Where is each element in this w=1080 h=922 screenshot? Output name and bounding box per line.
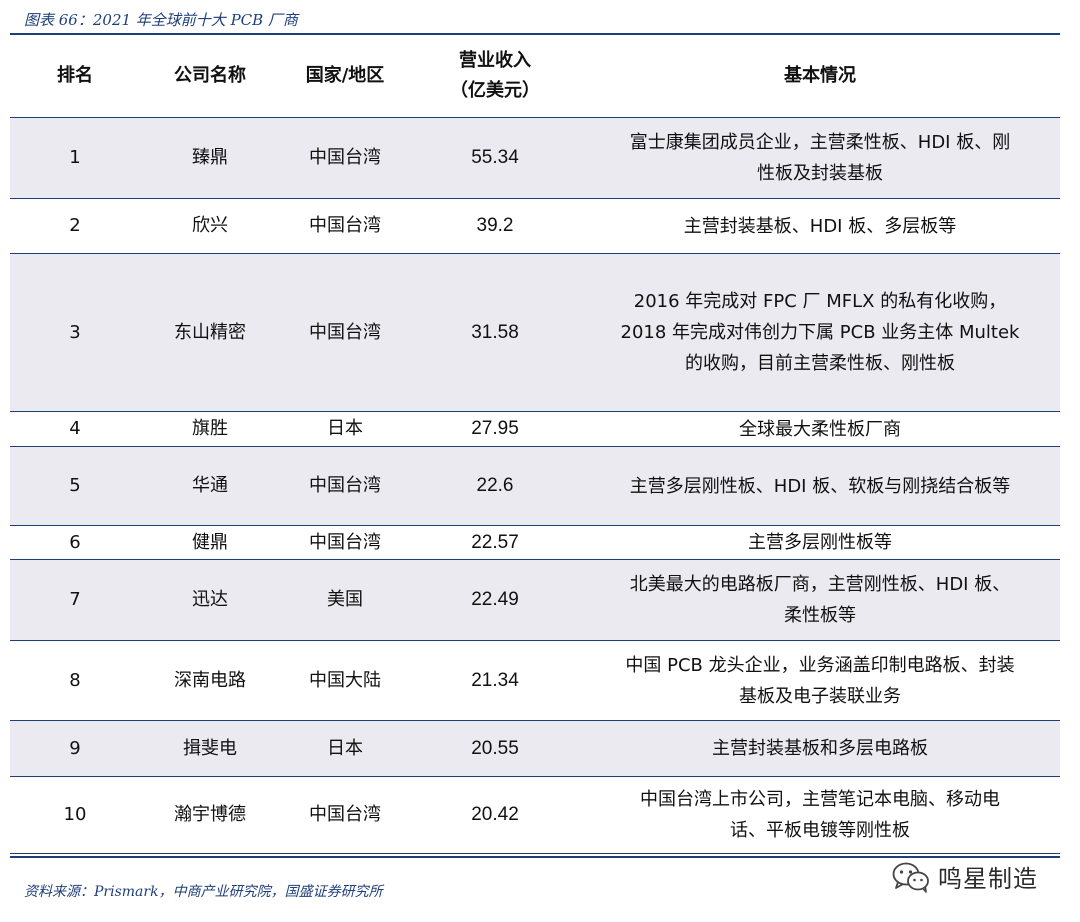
- cell-company: 揖斐电: [140, 720, 280, 777]
- cell-company: 瀚宇博德: [140, 776, 280, 854]
- table-row: 3 东山精密 中国台湾 31.58 2016 年完成对 FPC 厂 MFLX 的…: [10, 253, 1060, 412]
- cell-region: 中国台湾: [280, 525, 410, 560]
- wechat-icon: [892, 861, 930, 893]
- cell-rank: 6: [10, 525, 140, 560]
- cell-rank: 1: [10, 117, 140, 199]
- cell-info: 主营多层刚性板、HDI 板、软板与刚挠结合板等: [580, 446, 1060, 526]
- cell-rank: 8: [10, 640, 140, 721]
- cell-company: 迅达: [140, 559, 280, 641]
- info-line: 主营封装基板和多层电路板: [712, 738, 928, 759]
- cell-region: 日本: [280, 411, 410, 447]
- cell-rank: 4: [10, 411, 140, 447]
- cell-info: 主营封装基板、HDI 板、多层板等: [580, 198, 1060, 254]
- table-row: 2 欣兴 中国台湾 39.2 主营封装基板、HDI 板、多层板等: [10, 198, 1060, 254]
- pcb-ranking-table: 排名 公司名称 国家/地区 营业收入 （亿美元） 基本情况 1 臻鼎 中国台湾 …: [10, 35, 1060, 854]
- info-line: 北美最大的电路板厂商，主营刚性板、HDI 板、: [629, 574, 1011, 595]
- header-revenue-line1: 营业收入: [459, 50, 531, 71]
- cell-region: 中国台湾: [280, 253, 410, 412]
- cell-rank: 10: [10, 776, 140, 854]
- cell-company: 欣兴: [140, 198, 280, 254]
- cell-info: 2016 年完成对 FPC 厂 MFLX 的私有化收购， 2018 年完成对伟创…: [580, 253, 1060, 412]
- cell-company: 旗胜: [140, 411, 280, 447]
- source-note: 资料来源：Prismark，中商产业研究院，国盛证券研究所: [24, 884, 383, 900]
- header-company: 公司名称: [140, 35, 280, 118]
- cell-info: 富士康集团成员企业，主营柔性板、HDI 板、刚 性板及封装基板: [580, 117, 1060, 199]
- table-row: 7 迅达 美国 22.49 北美最大的电路板厂商，主营刚性板、HDI 板、 柔性…: [10, 559, 1060, 641]
- cell-revenue: 55.34: [410, 117, 580, 199]
- header-info: 基本情况: [580, 35, 1060, 118]
- figure-caption: 图表 66：2021 年全球前十大 PCB 厂商: [24, 11, 298, 29]
- info-line: 柔性板等: [784, 605, 856, 626]
- cell-company: 深南电路: [140, 640, 280, 721]
- cell-region: 中国台湾: [280, 446, 410, 526]
- cell-company: 臻鼎: [140, 117, 280, 199]
- watermark-text: 鸣星制造: [938, 865, 1038, 893]
- cell-revenue: 22.49: [410, 559, 580, 641]
- table-row: 8 深南电路 中国大陆 21.34 中国 PCB 龙头企业，业务涵盖印制电路板、…: [10, 640, 1060, 721]
- cell-revenue: 21.34: [410, 640, 580, 721]
- info-line: 2018 年完成对伟创力下属 PCB 业务主体 Multek: [620, 322, 1020, 343]
- cell-revenue: 31.58: [410, 253, 580, 412]
- table-row: 9 揖斐电 日本 20.55 主营封装基板和多层电路板: [10, 720, 1060, 777]
- cell-region: 中国台湾: [280, 198, 410, 254]
- cell-revenue: 20.55: [410, 720, 580, 777]
- cell-rank: 3: [10, 253, 140, 412]
- cell-info: 主营封装基板和多层电路板: [580, 720, 1060, 777]
- cell-region: 美国: [280, 559, 410, 641]
- cell-rank: 2: [10, 198, 140, 254]
- info-line: 主营多层刚性板等: [748, 532, 892, 553]
- cell-rank: 7: [10, 559, 140, 641]
- info-line: 富士康集团成员企业，主营柔性板、HDI 板、刚: [629, 132, 1011, 153]
- info-line: 主营多层刚性板、HDI 板、软板与刚挠结合板等: [629, 475, 1011, 497]
- info-line: 中国台湾上市公司，主营笔记本电脑、移动电: [640, 789, 1000, 810]
- cell-revenue: 22.57: [410, 525, 580, 560]
- cell-company: 华通: [140, 446, 280, 526]
- cell-info: 北美最大的电路板厂商，主营刚性板、HDI 板、 柔性板等: [580, 559, 1060, 641]
- header-revenue: 营业收入 （亿美元）: [410, 35, 580, 118]
- info-line: 基板及电子装联业务: [739, 685, 901, 707]
- info-line: 话、平板电镀等刚性板: [730, 820, 910, 841]
- cell-region: 中国台湾: [280, 117, 410, 199]
- cell-revenue: 20.42: [410, 776, 580, 854]
- table-row: 4 旗胜 日本 27.95 全球最大柔性板厂商: [10, 411, 1060, 447]
- cell-revenue: 22.6: [410, 446, 580, 526]
- info-line: 性板及封装基板: [757, 163, 883, 184]
- page: 图表 66：2021 年全球前十大 PCB 厂商 排名 公司名称 国家/地区 营…: [0, 0, 1080, 922]
- cell-region: 中国大陆: [280, 640, 410, 721]
- bottom-rule: [10, 856, 1060, 858]
- info-line: 的收购，目前主营柔性板、刚性板: [685, 353, 955, 374]
- table-row: 6 健鼎 中国台湾 22.57 主营多层刚性板等: [10, 525, 1060, 560]
- cell-revenue: 39.2: [410, 198, 580, 254]
- cell-info: 主营多层刚性板等: [580, 525, 1060, 560]
- cell-region: 日本: [280, 720, 410, 777]
- cell-company: 健鼎: [140, 525, 280, 560]
- table-row: 1 臻鼎 中国台湾 55.34 富士康集团成员企业，主营柔性板、HDI 板、刚 …: [10, 117, 1060, 199]
- header-row: 排名 公司名称 国家/地区 营业收入 （亿美元） 基本情况: [10, 35, 1060, 118]
- table-row: 10 瀚宇博德 中国台湾 20.42 中国台湾上市公司，主营笔记本电脑、移动电 …: [10, 776, 1060, 854]
- info-line: 2016 年完成对 FPC 厂 MFLX 的私有化收购，: [633, 291, 1007, 312]
- cell-revenue: 27.95: [410, 411, 580, 447]
- info-line: 主营封装基板、HDI 板、多层板等: [683, 215, 957, 237]
- wechat-watermark: 鸣星制造: [892, 859, 1038, 894]
- cell-rank: 9: [10, 720, 140, 777]
- table-row: 5 华通 中国台湾 22.6 主营多层刚性板、HDI 板、软板与刚挠结合板等: [10, 446, 1060, 526]
- cell-info: 中国 PCB 龙头企业，业务涵盖印制电路板、封装 基板及电子装联业务: [580, 640, 1060, 721]
- cell-info: 中国台湾上市公司，主营笔记本电脑、移动电 话、平板电镀等刚性板: [580, 776, 1060, 854]
- cell-info: 全球最大柔性板厂商: [580, 411, 1060, 447]
- cell-company: 东山精密: [140, 253, 280, 412]
- header-revenue-line2: （亿美元）: [450, 80, 540, 101]
- info-line: 全球最大柔性板厂商: [739, 418, 901, 440]
- info-line: 中国 PCB 龙头企业，业务涵盖印制电路板、封装: [625, 654, 1015, 676]
- cell-region: 中国台湾: [280, 776, 410, 854]
- header-rank: 排名: [10, 35, 140, 118]
- header-region: 国家/地区: [280, 35, 410, 118]
- cell-rank: 5: [10, 446, 140, 526]
